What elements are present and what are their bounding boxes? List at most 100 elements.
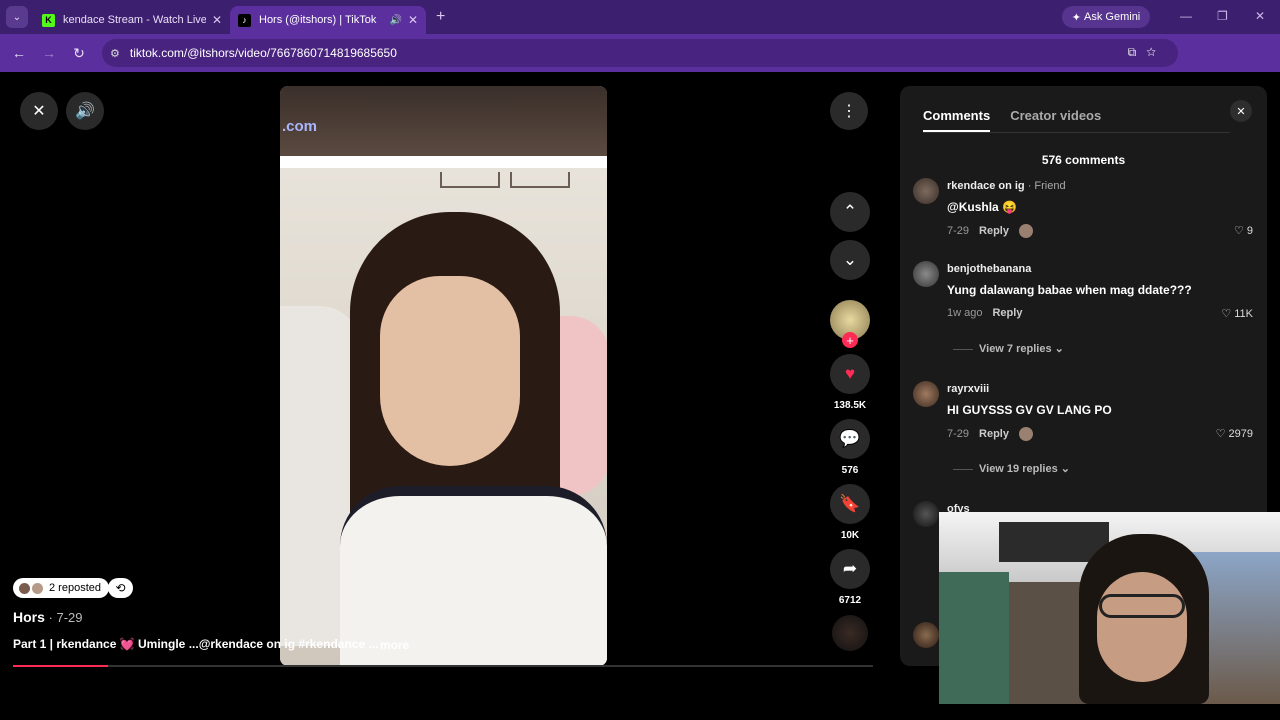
video-player[interactable]: .com [280,86,607,666]
post-date: · 7-29 [44,610,83,625]
comment-count: 576 [841,465,859,476]
close-tab-icon[interactable]: ✕ [408,13,418,27]
video-progress-bar[interactable] [13,665,873,667]
comment-user[interactable]: rkendace on ig · Friend [947,180,1066,192]
comment-like-button[interactable]: ♡ 9 [1234,224,1253,237]
comment-meta: 1w ago Reply [947,307,1022,319]
comment-text: @Kushla 😝 [947,200,1017,214]
reply-button[interactable]: Reply [979,428,1009,440]
avatar[interactable] [913,261,939,287]
comment-like-button[interactable]: ♡ 11K [1221,307,1253,320]
like-button[interactable]: ♥ 138.5K [830,354,870,411]
like-count: 138.5K [833,400,867,411]
avatar [19,582,30,594]
tab-kendace-stream[interactable]: K kendace Stream - Watch Live o ✕ [34,6,230,34]
music-disc[interactable] [832,615,868,651]
save-count: 10K [840,530,860,541]
address-bar[interactable]: ⚙ tiktok.com/@itshors/video/766786071481… [102,39,1178,67]
tab-bar: ⌄ K kendace Stream - Watch Live o ✕ ♪ Ho… [0,0,1280,34]
maximize-button[interactable]: ❐ [1217,9,1228,23]
comment-username: rkendace on ig [947,180,1025,192]
video-description: Part 1 | rkendance 💓 Umingle ...@rkendac… [13,637,379,651]
prev-video-button[interactable]: ⌃ [830,192,870,232]
url-text: tiktok.com/@itshors/video/76678607148196… [129,46,397,60]
ask-gemini-button[interactable]: ✦ Ask Gemini [1062,6,1150,28]
comment-like-button[interactable]: ♡ 2979 [1216,427,1253,440]
tab-comments[interactable]: Comments [923,108,991,132]
close-window-button[interactable]: ✕ [1255,9,1265,23]
avatar [913,622,939,648]
next-video-button[interactable]: ⌄ [830,240,870,280]
heart-icon: ♥ [830,354,870,394]
close-panel-button[interactable]: ✕ [1230,100,1252,122]
tab-tiktok[interactable]: ♪ Hors (@itshors) | TikTok 🔊 ✕ [230,6,426,34]
comment-total: 576 comments [1041,153,1126,167]
glasses [1099,594,1185,618]
tiktok-icon: ♪ [238,13,251,27]
comment-icon: 💬 [830,419,870,459]
friend-tag: · Friend [1024,180,1066,192]
comment-user[interactable]: rayrxviii [947,383,989,395]
tab-title: kendace Stream - Watch Live o [63,14,206,26]
forward-button[interactable]: → [34,45,64,61]
comment-username: benjothebanana [947,263,1032,275]
reposts-label: 2 reposted [49,582,101,594]
divider [923,132,1230,133]
chevron-down-icon: ⌄ [830,240,870,280]
new-tab-button[interactable]: + [436,8,445,26]
avatar [32,582,43,594]
video-band [280,156,607,168]
reply-line [953,348,973,350]
bookmark-star-icon[interactable]: ⧉☆ [1128,45,1166,60]
speaker-icon[interactable]: 🔊 [389,15,401,26]
creator-liked-avatar [1019,427,1033,441]
reload-button[interactable]: ↻ [64,45,94,62]
tab-creator-videos[interactable]: Creator videos [1010,108,1101,132]
video-author[interactable]: Hors · 7-29 [13,609,82,625]
webcam-overlay [939,512,1280,704]
wall-frame [510,172,570,188]
view-replies-label: View 7 replies ⌄ [979,343,1064,355]
reply-button[interactable]: Reply [992,307,1022,319]
follow-button[interactable]: + [842,332,858,348]
avatar[interactable] [913,381,939,407]
more-options-button[interactable]: ⋮ [830,92,868,130]
view-replies-button[interactable]: View 7 replies ⌄ [953,342,1064,355]
more-button[interactable]: more [380,638,409,652]
comment-username: rayrxviii [947,383,990,395]
repost-icon[interactable]: ⟲ [108,578,133,598]
comment-text: HI GUYSSS GV GV LANG PO [947,403,1112,417]
tab-search-button[interactable]: ⌄ [6,6,28,28]
comment-time: 7-29 [947,224,970,237]
reply-button[interactable]: Reply [979,225,1009,237]
comment-user[interactable]: benjothebanana [947,263,1031,275]
view-replies-button[interactable]: View 19 replies ⌄ [953,462,1070,475]
person-face [380,276,520,466]
share-button[interactable]: ➦ 6712 [830,549,870,606]
panel-tabs: Comments Creator videos [923,108,1101,132]
volume-button[interactable]: 🔊 [66,92,104,130]
close-video-button[interactable]: ✕ [20,92,58,130]
creator-liked-avatar [1019,224,1033,238]
back-button[interactable]: ← [4,45,34,61]
comment-button[interactable]: 💬 576 [830,419,870,476]
site-info-icon[interactable]: ⚙ [110,47,120,60]
author-name: Hors [13,609,45,625]
save-button[interactable]: 🔖 10K [830,484,870,541]
comment-time: 1w ago [947,307,983,319]
avatar[interactable] [913,178,939,204]
kick-icon: K [42,13,55,27]
wall-frame [440,172,500,188]
video-top-strip: .com [280,86,607,156]
progress-fill [13,665,108,667]
close-tab-icon[interactable]: ✕ [212,13,222,27]
ask-gemini-label: Ask Gemini [1084,11,1141,23]
avatar[interactable] [913,501,939,527]
green-cabinet [939,572,1009,704]
comment-meta: 7-29 Reply [947,224,1033,238]
reply-line [953,468,973,470]
reposts-badge[interactable]: 2 reposted [13,578,109,598]
minimize-button[interactable]: — [1180,9,1192,23]
webcam-person-face [1097,572,1187,682]
comment-time: 7-29 [947,427,970,440]
